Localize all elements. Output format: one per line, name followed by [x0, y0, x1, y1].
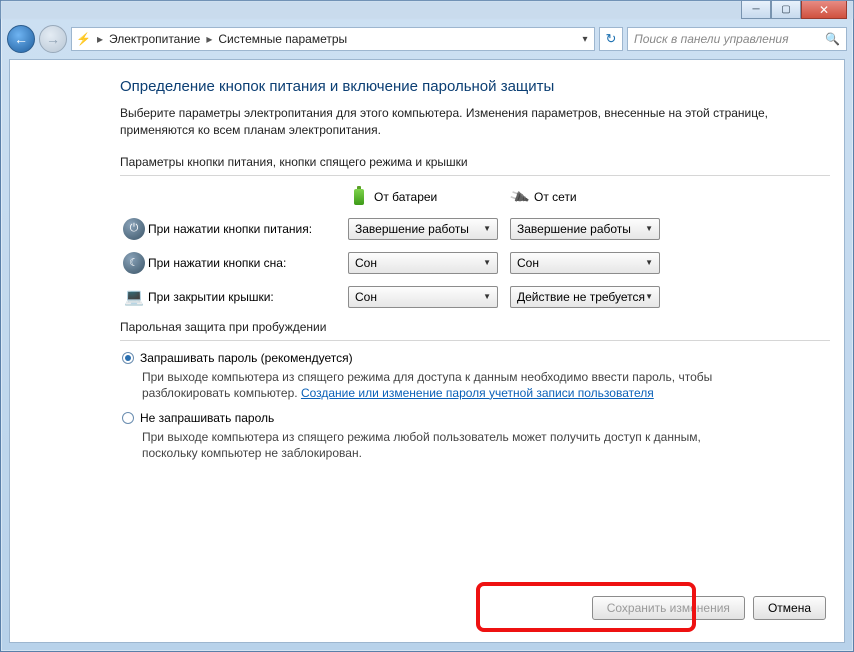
radio-label: Запрашивать пароль (рекомендуется) [140, 351, 353, 365]
row-sleep-button: ☾ При нажатии кнопки сна: Сон Сон [120, 252, 830, 274]
divider [120, 340, 830, 341]
power-icon: ⏻ [123, 218, 145, 240]
group-button-settings-label: Параметры кнопки питания, кнопки спящего… [120, 155, 830, 169]
content-panel: Определение кнопок питания и включение п… [9, 59, 845, 643]
nav-back-button[interactable]: ← [7, 25, 35, 53]
laptop-icon: 💻 [124, 287, 144, 307]
row-label: При закрытии крышки: [148, 290, 348, 304]
divider [120, 175, 830, 176]
lid-battery-dropdown[interactable]: Сон [348, 286, 498, 308]
footer-buttons: Сохранить изменения Отмена [592, 596, 826, 620]
sleep-icon: ☾ [123, 252, 145, 274]
nav-bar: ← → ⚡ ▸ Электропитание ▸ Системные парам… [1, 23, 853, 55]
column-headers: От батареи 🔌 От сети [120, 186, 830, 208]
minimize-button[interactable]: ─ [741, 1, 771, 19]
header-battery: От батареи [374, 190, 437, 204]
window-frame: ─ ▢ ✕ ← → ⚡ ▸ Электропитание ▸ Системные… [0, 0, 854, 652]
row-label: При нажатии кнопки сна: [148, 256, 348, 270]
battery-icon [350, 186, 368, 208]
breadcrumb-dropdown-icon[interactable]: ▾ [576, 34, 594, 45]
radio-no-password[interactable]: Не запрашивать пароль [122, 411, 830, 425]
radio-label: Не запрашивать пароль [140, 411, 274, 425]
maximize-button[interactable]: ▢ [771, 1, 801, 19]
row-power-button: ⏻ При нажатии кнопки питания: Завершение… [120, 218, 830, 240]
row-label: При нажатии кнопки питания: [148, 222, 348, 236]
search-input[interactable]: Поиск в панели управления 🔍 [627, 27, 847, 51]
create-password-link[interactable]: Создание или изменение пароля учетной за… [301, 386, 654, 400]
power-battery-dropdown[interactable]: Завершение работы [348, 218, 498, 240]
radio-description: При выходе компьютера из спящего режима … [142, 369, 742, 401]
search-placeholder: Поиск в панели управления [634, 32, 789, 46]
lid-mains-dropdown[interactable]: Действие не требуется [510, 286, 660, 308]
breadcrumb-sep-icon: ▸ [97, 32, 103, 46]
header-mains: От сети [534, 190, 577, 204]
refresh-button[interactable]: ↻ [599, 27, 623, 51]
control-panel-icon: ⚡ [76, 32, 91, 46]
group-password-label: Парольная защита при пробуждении [120, 320, 830, 334]
radio-description: При выходе компьютера из спящего режима … [142, 429, 742, 461]
radio-icon [122, 352, 134, 364]
page-title: Определение кнопок питания и включение п… [120, 78, 830, 95]
sleep-mains-dropdown[interactable]: Сон [510, 252, 660, 274]
titlebar [1, 1, 853, 19]
breadcrumb-item[interactable]: Системные параметры [218, 32, 347, 46]
power-mains-dropdown[interactable]: Завершение работы [510, 218, 660, 240]
caption-buttons: ─ ▢ ✕ [741, 1, 847, 19]
sleep-battery-dropdown[interactable]: Сон [348, 252, 498, 274]
breadcrumb-sep-icon: ▸ [206, 32, 212, 46]
radio-require-password[interactable]: Запрашивать пароль (рекомендуется) [122, 351, 830, 365]
nav-forward-button[interactable]: → [39, 25, 67, 53]
radio-icon [122, 412, 134, 424]
breadcrumb[interactable]: ⚡ ▸ Электропитание ▸ Системные параметры… [71, 27, 595, 51]
save-button[interactable]: Сохранить изменения [592, 596, 745, 620]
row-lid: 💻 При закрытии крышки: Сон Действие не т… [120, 286, 830, 308]
close-button[interactable]: ✕ [801, 1, 847, 19]
plug-icon: 🔌 [506, 183, 532, 211]
breadcrumb-item[interactable]: Электропитание [109, 32, 200, 46]
page-intro: Выберите параметры электропитания для эт… [120, 105, 830, 139]
cancel-button[interactable]: Отмена [753, 596, 826, 620]
search-icon: 🔍 [825, 32, 840, 46]
